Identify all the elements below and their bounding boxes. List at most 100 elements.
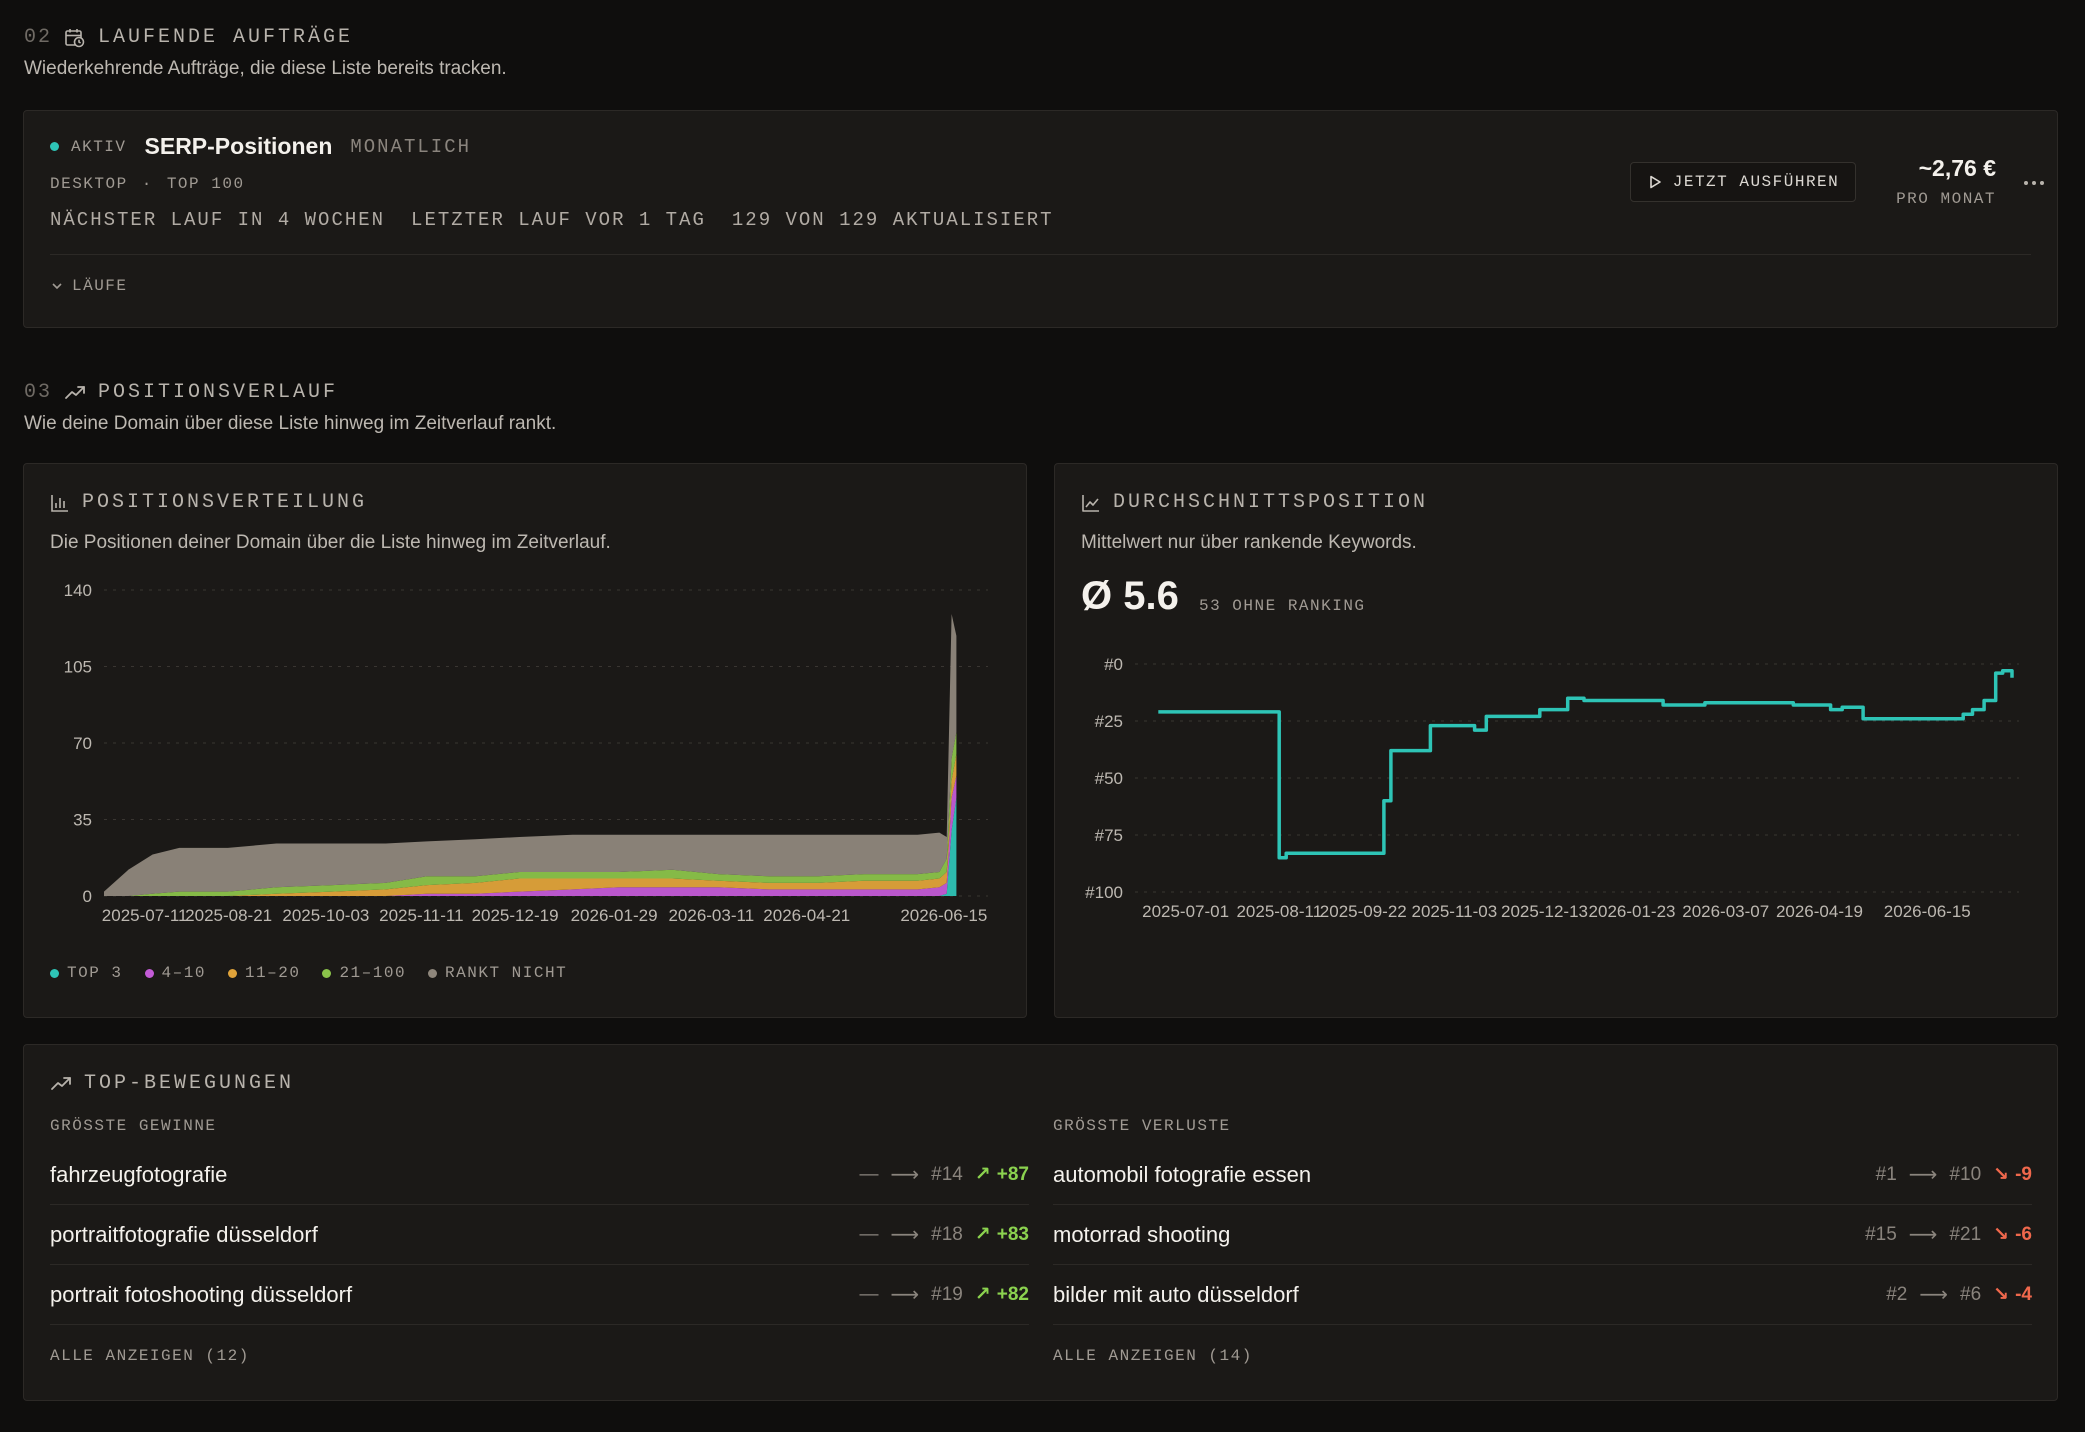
more-options-icon[interactable] [2020,171,2048,195]
price-value: ~2,76 € [1918,155,1996,181]
section-header-history: 03 POSITIONSVERLAUF [24,381,338,404]
x-tick-label: 2026-01-29 [571,906,658,925]
chevron-down-icon [52,283,62,290]
legend-dot [144,968,154,978]
legend-label: 21–100 [339,964,407,982]
movements-card: TOP-BEWEGUNGEN GRÖSSTE GEWINNE fahrzeugf… [23,1044,2058,1401]
delta-down: ↘ -9 [1993,1163,2032,1186]
gain-row[interactable]: portraitfotografie düsseldorf — ⟶ #18 ↗ +… [50,1205,1029,1265]
from-position: #15 [1865,1223,1897,1245]
loss-row[interactable]: automobil fotografie essen #1 ⟶ #10 ↘ -9 [1053,1145,2032,1205]
distribution-card: POSITIONSVERTEILUNG Die Positionen deine… [23,463,1027,1018]
arrow-right-icon: ⟶ [890,1164,920,1186]
job-device: DESKTOP [50,175,128,193]
from-position: — [859,1163,879,1185]
keyword: fahrzeugfotografie [50,1161,228,1187]
delta-up: ↗ +87 [974,1163,1029,1186]
x-tick-label: 2025-07-11 [102,906,188,925]
arrow-down-right-icon: ↘ [1993,1224,2010,1245]
from-position: — [859,1283,879,1305]
x-tick-label: 2025-08-11 [1236,902,1322,921]
distribution-chart: 0 35 70 105 140 2025-07-112025-08-21 2025-10-0… [64,581,988,925]
x-tick-label: 2025-09-22 [1320,902,1407,921]
movements-title: TOP-BEWEGUNGEN [84,1072,295,1095]
delta-up: ↗ +82 [974,1283,1029,1306]
divider [50,254,2031,255]
delta-up: ↗ +83 [974,1223,1029,1246]
x-tick-label: 2026-03-11 [668,906,754,925]
x-tick-label: 2025-10-03 [282,906,369,925]
area-series [104,614,957,896]
to-position: #18 [931,1223,963,1245]
runs-toggle[interactable]: LÄUFE [50,277,128,295]
section-title: POSITIONSVERLAUF [98,381,339,404]
from-position: #2 [1886,1283,1908,1305]
updated-count: 129 VON 129 AKTUALISIERT [731,209,1054,231]
arrow-right-icon: ⟶ [890,1284,920,1306]
y-tick-label: 140 [64,581,92,600]
card-title: TOP-BEWEGUNGEN [50,1072,294,1095]
arrow-right-icon: ⟶ [1908,1224,1938,1246]
loss-row[interactable]: motorrad shooting #15 ⟶ #21 ↘ -6 [1053,1205,2032,1265]
legend-item: TOP 3 [50,964,123,982]
legend-item: 21–100 [322,964,406,982]
to-position: #10 [1949,1163,1982,1185]
show-all-losses-link[interactable]: ALLE ANZEIGEN (14) [1053,1347,2032,1365]
section-number: 03 [24,381,53,404]
y-tick-label: #75 [1095,826,1123,845]
next-run: NÄCHSTER LAUF IN 4 WOCHEN [50,209,386,231]
legend-label: 11–20 [244,964,301,982]
x-tick-label: 2026-03-07 [1682,902,1769,921]
losses-title: GRÖSSTE VERLUSTE [1053,1117,1231,1135]
keyword: portraitfotografie düsseldorf [50,1221,318,1247]
arrow-right-icon: ⟶ [1908,1164,1938,1186]
x-tick-label: 2025-07-01 [1142,902,1229,921]
section-subtitle: Wiederkehrende Aufträge, die diese Liste… [24,58,507,79]
y-tick-label: 35 [73,811,92,830]
arrow-up-right-icon: ↗ [974,1164,991,1185]
legend-label: RANKT NICHT [445,964,568,982]
trending-up-icon [65,385,85,399]
to-position: #6 [1960,1283,1982,1305]
x-tick-label: 2025-12-13 [1501,902,1588,921]
status-dot [50,142,59,151]
legend-dot [322,968,332,978]
arrow-right-icon: ⟶ [1919,1284,1949,1306]
job-schedule: NÄCHSTER LAUF IN 4 WOCHEN LETZTER LAUF V… [50,209,1054,231]
chart-legend: TOP 3 4–10 11–20 21–100 RANKT NICHT [50,964,567,982]
from-position: — [859,1223,879,1245]
to-position: #21 [1949,1223,1982,1245]
delta-down: ↘ -6 [1993,1223,2032,1246]
legend-item: 4–10 [144,964,206,982]
legend-item: 11–20 [227,964,301,982]
gain-row[interactable]: portrait fotoshooting düsseldorf — ⟶ #19… [50,1265,1029,1325]
x-tick-label: 2025-11-11 [379,906,463,925]
legend-label: TOP 3 [67,964,123,982]
average-line [1158,669,2014,860]
runs-label: LÄUFE [72,277,128,295]
average-card: DURCHSCHNITTSPOSITION Mittelwert nur übe… [1054,463,2058,1018]
loss-row[interactable]: bilder mit auto düsseldorf #2 ⟶ #6 ↘ -4 [1053,1265,2032,1325]
arrow-right-icon: ⟶ [890,1224,920,1246]
arrow-down-right-icon: ↘ [1993,1164,2010,1185]
section-number: 02 [24,26,53,49]
run-now-button[interactable]: JETZT AUSFÜHREN [1630,162,1856,202]
delta-down: ↘ -4 [1993,1283,2032,1306]
gain-row[interactable]: fahrzeugfotografie — ⟶ #14 ↗ +87 [50,1145,1029,1205]
to-position: #14 [931,1163,963,1185]
keyword: motorrad shooting [1053,1221,1231,1247]
arrow-down-right-icon: ↘ [1993,1284,2010,1305]
job-header: AKTIV SERP-Positionen MONATLICH [50,133,471,160]
x-tick-label: 2025-08-21 [185,906,272,925]
legend-label: 4–10 [161,964,206,982]
y-tick-label: #50 [1095,769,1123,788]
show-all-gains-link[interactable]: ALLE ANZEIGEN (12) [50,1347,1029,1365]
legend-dot [227,968,237,978]
calendar-clock-icon [65,28,85,47]
run-now-label: JETZT AUSFÜHREN [1672,173,1840,191]
legend-item: RANKT NICHT [428,964,567,982]
legend-dot [428,968,438,978]
y-tick-label: #100 [1085,883,1123,902]
legend-dot [50,968,59,978]
from-position: #1 [1875,1163,1897,1185]
